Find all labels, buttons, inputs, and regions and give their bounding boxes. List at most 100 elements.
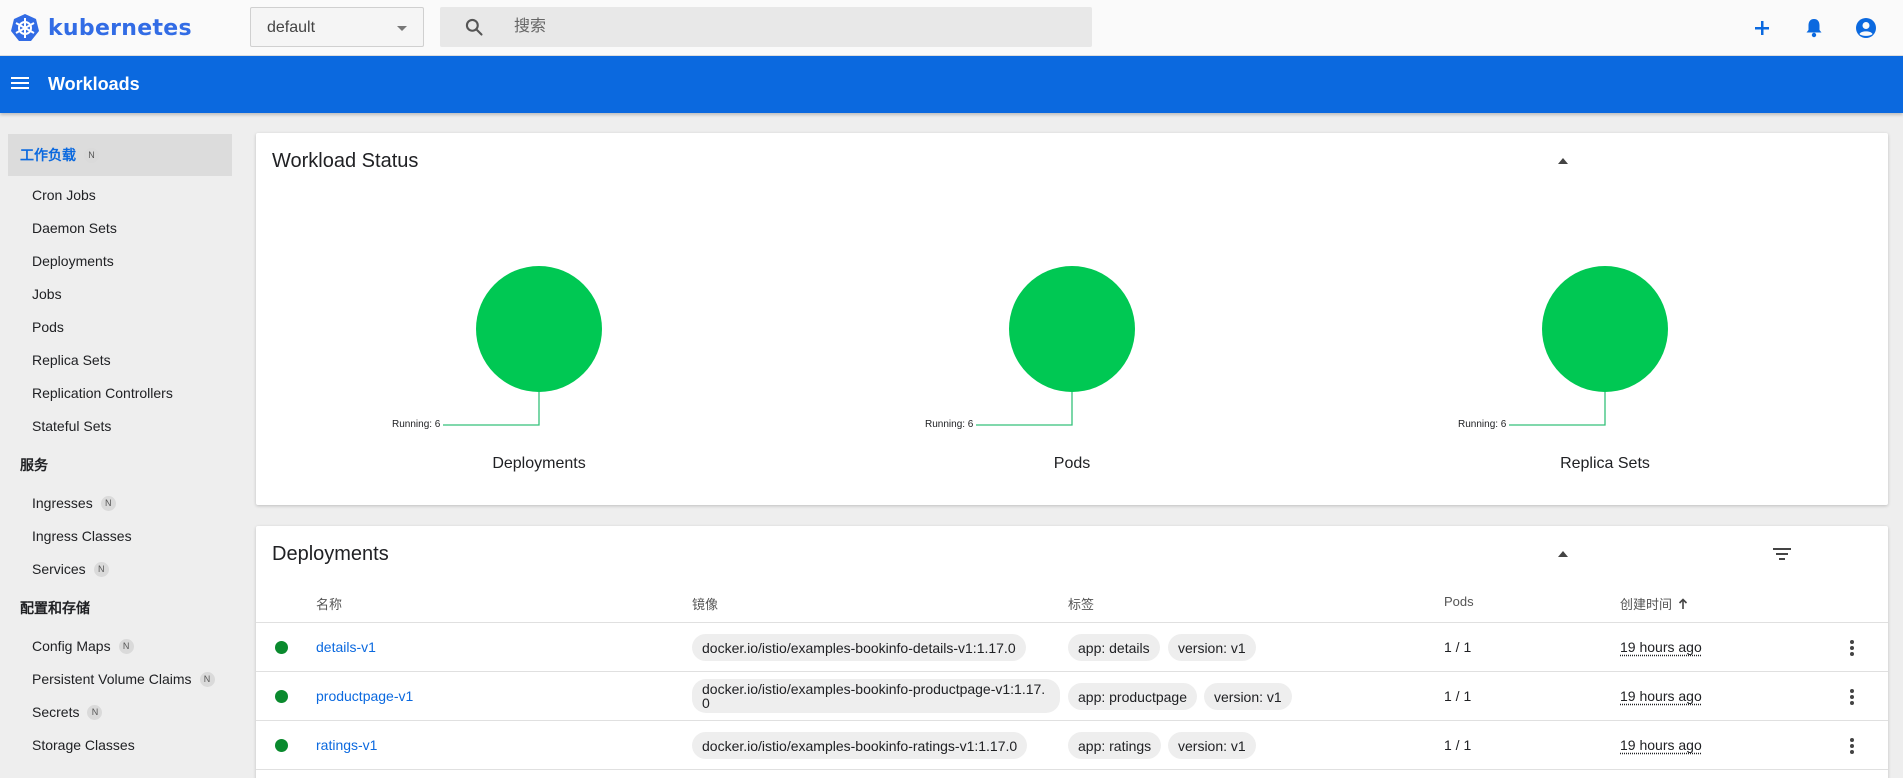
label-chip: app: ratings [1068,732,1162,759]
kubernetes-logo-icon [11,14,39,41]
running-segment [1542,266,1668,392]
deployment-name-link[interactable]: details-v1 [316,639,376,655]
column-header-label: 创建时间 [1620,597,1673,612]
column-header-image: 镜像 [692,597,719,612]
sidebar-item-services[interactable]: Services N [32,559,109,579]
workload-status-card: Workload Status Running: 6 Running: 6 Ru… [256,133,1888,505]
sidebar-item-ingresses[interactable]: Ingresses N [32,493,116,513]
sidebar-item-label: Jobs [32,286,62,302]
created-age: 19 hours ago [1620,688,1702,704]
sidebar-section-config-storage[interactable]: 配置和存储 [8,587,232,629]
account-icon [1856,18,1876,38]
sidebar-section-label: 配置和存储 [20,600,90,616]
leader-line [976,392,1073,426]
column-header-name[interactable]: 名称 [316,594,342,613]
sidebar-item-label: Pods [32,319,64,335]
sidebar-item-label: Persistent Volume Claims [32,671,192,687]
chart-label: Pods [1053,455,1091,472]
menu-icon[interactable] [10,73,30,93]
more-vert-icon[interactable] [1850,738,1854,756]
status-ok-icon [275,690,288,703]
sidebar-section-workloads[interactable]: 工作负载 N [8,134,232,176]
filter-icon[interactable] [1773,547,1791,561]
namespaced-badge: N [199,671,215,687]
sidebar-item-replica-sets[interactable]: Replica Sets [32,350,111,370]
sort-arrow-up-icon [1678,597,1688,609]
label-chip: version: v1 [1168,732,1256,759]
chart-replica-sets[interactable] [1509,266,1668,426]
sidebar-section-label: 服务 [20,457,48,473]
account-button[interactable] [1853,15,1879,41]
search-input[interactable] [514,7,1074,47]
leader-line [1509,392,1606,426]
create-button[interactable] [1749,15,1775,41]
leader-line [443,392,540,426]
sidebar-item-pods[interactable]: Pods [32,317,64,337]
namespace-value: default [267,19,316,36]
sidebar-item-label: Replication Controllers [32,385,173,401]
search-icon[interactable] [464,17,484,37]
running-count-label: Running: 6 [392,419,441,430]
app-header: Workloads [0,56,1903,113]
sidebar-item-replication-controllers[interactable]: Replication Controllers [32,383,173,403]
top-bar: kubernetes default [0,0,1903,56]
chart-label: Deployments [492,455,586,472]
notifications-button[interactable] [1801,15,1827,41]
sidebar-section-label: 工作负载 [20,147,76,163]
sidebar-item-deployments[interactable]: Deployments [32,251,114,271]
sidebar-item-label: Secrets [32,704,80,720]
chevron-up-icon[interactable] [1558,551,1568,557]
kubernetes-logo[interactable]: kubernetes [10,13,192,43]
bell-icon [1806,19,1822,38]
status-ok-icon [275,641,288,654]
namespaced-badge: N [87,704,103,720]
namespace-select[interactable]: default [250,7,424,47]
sidebar-item-daemon-sets[interactable]: Daemon Sets [32,218,117,238]
sidebar-item-label: Daemon Sets [32,220,117,236]
sidebar: 工作负载 N Cron Jobs Daemon Sets Deployments… [0,113,240,778]
sidebar-item-jobs[interactable]: Jobs [32,284,62,304]
column-header-pods: Pods [1444,594,1474,609]
namespaced-badge: N [84,147,99,163]
more-vert-icon[interactable] [1850,640,1854,658]
sidebar-item-ingress-classes[interactable]: Ingress Classes [32,526,132,546]
search-bar [440,7,1092,47]
sidebar-section-services[interactable]: 服务 [8,444,232,486]
column-header-labels: 标签 [1068,597,1095,612]
pods-count: 1 / 1 [1444,737,1472,753]
sidebar-item-label: Stateful Sets [32,418,112,434]
label-chip: version: v1 [1204,683,1292,710]
status-ok-icon [275,739,288,752]
dropdown-arrow-icon [397,26,407,31]
chart-label: Replica Sets [1560,455,1650,472]
deployment-name-link[interactable]: productpage-v1 [316,688,413,704]
namespaced-badge: N [93,561,109,577]
running-segment [476,266,602,392]
namespaced-badge: N [118,638,134,654]
running-count-label: Running: 6 [925,419,974,430]
pods-count: 1 / 1 [1444,688,1472,704]
sidebar-item-persistent-volume-claims[interactable]: Persistent Volume Claims N [32,669,215,689]
sidebar-item-label: Config Maps [32,638,111,654]
sidebar-item-secrets[interactable]: Secrets N [32,702,103,722]
sidebar-item-stateful-sets[interactable]: Stateful Sets [32,416,111,436]
running-count-label: Running: 6 [1458,419,1507,430]
plus-icon [1755,21,1769,35]
sidebar-item-cron-jobs[interactable]: Cron Jobs [32,185,96,205]
label-chip: version: v1 [1168,634,1256,661]
sidebar-item-config-maps[interactable]: Config Maps N [32,636,134,656]
deployment-name-link[interactable]: ratings-v1 [316,737,377,753]
more-vert-icon[interactable] [1850,689,1854,707]
column-header-created[interactable]: 创建时间 [1620,594,1688,613]
table-divider [256,671,1888,672]
namespaced-badge: N [100,495,116,511]
chart-pods[interactable] [976,266,1135,426]
chart-deployments[interactable] [443,266,602,426]
card-title: Deployments [272,543,389,565]
label-chip: app: productpage [1068,683,1197,710]
sidebar-item-label: Replica Sets [32,352,111,368]
pods-count: 1 / 1 [1444,639,1472,655]
sidebar-item-label: Ingresses [32,495,93,511]
sidebar-item-label: Deployments [32,253,114,269]
sidebar-item-storage-classes[interactable]: Storage Classes [32,735,135,755]
